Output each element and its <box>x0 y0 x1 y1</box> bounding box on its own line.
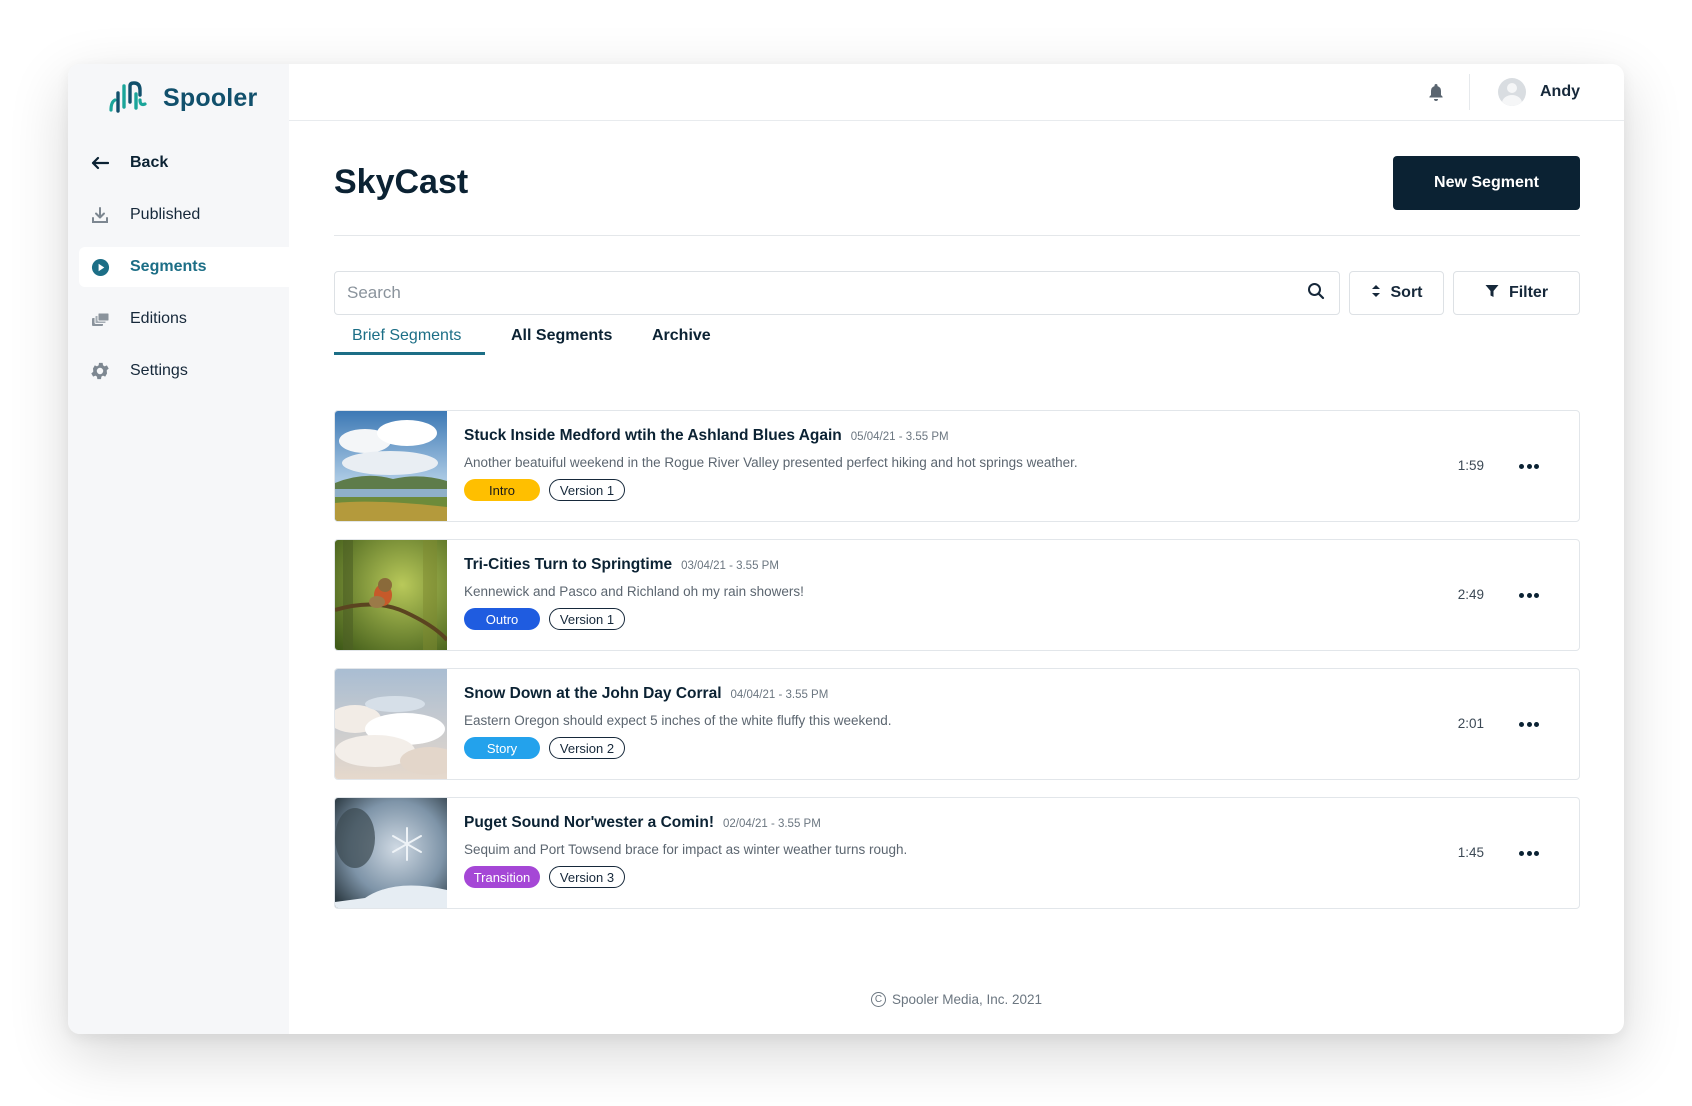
sidebar-item-published[interactable]: Published <box>79 195 289 235</box>
topbar-divider <box>1469 74 1470 110</box>
segment-body: Snow Down at the John Day Corral 04/04/2… <box>447 669 1579 779</box>
segment-duration: 2:49 <box>1457 587 1484 602</box>
type-badge: Outro <box>464 608 540 630</box>
page-header: SkyCast New Segment <box>334 155 1580 210</box>
play-circle-icon <box>89 256 111 278</box>
sort-button[interactable]: Sort <box>1349 271 1444 315</box>
segment-description: Eastern Oregon should expect 5 inches of… <box>464 713 892 728</box>
bell-icon[interactable] <box>1425 81 1447 103</box>
tab-bar: Brief Segments All Segments Archive <box>334 313 772 355</box>
version-badge: Version 1 <box>549 608 625 630</box>
footer: C Spooler Media, Inc. 2021 <box>289 992 1624 1007</box>
segment-title[interactable]: Stuck Inside Medford wtih the Ashland Bl… <box>464 427 842 445</box>
segment-title[interactable]: Puget Sound Nor'wester a Comin! <box>464 814 714 832</box>
segment-title[interactable]: Tri-Cities Turn to Springtime <box>464 556 672 574</box>
user-name[interactable]: Andy <box>1540 83 1580 101</box>
footer-text: Spooler Media, Inc. 2021 <box>891 992 1043 1007</box>
segment-tags: Transition Version 3 <box>464 866 1579 888</box>
search-row: Sort Filter <box>334 271 1580 315</box>
segment-thumbnail <box>335 669 447 779</box>
segment-duration: 1:59 <box>1457 458 1484 473</box>
topbar: Andy <box>289 64 1624 121</box>
segment-duration: 1:45 <box>1457 845 1484 860</box>
segment-card[interactable]: Tri-Cities Turn to Springtime 03/04/21 -… <box>334 539 1580 651</box>
segment-description: Another beatuiful weekend in the Rogue R… <box>464 455 1078 470</box>
segment-date: 05/04/21 - 3.55 PM <box>850 431 949 443</box>
sort-icon <box>1371 284 1381 303</box>
search-box[interactable] <box>334 271 1340 315</box>
segment-thumbnail <box>335 411 447 521</box>
download-icon <box>89 204 111 226</box>
search-input[interactable] <box>347 283 1307 303</box>
segment-date: 02/04/21 - 3.55 PM <box>722 818 821 830</box>
main-content: Andy SkyCast New Segment Sort <box>289 64 1624 1034</box>
sidebar-item-settings[interactable]: Settings <box>79 351 289 391</box>
page-title: SkyCast <box>334 163 469 201</box>
spooler-logo-icon <box>109 81 147 113</box>
sidebar: Spooler Back Published Segments Editions… <box>68 64 289 1034</box>
sidebar-item-back[interactable]: Back <box>79 143 289 183</box>
tab-all-segments[interactable]: All Segments <box>485 313 652 355</box>
segment-tags: Outro Version 1 <box>464 608 1579 630</box>
stack-icon <box>89 308 111 330</box>
new-segment-button[interactable]: New Segment <box>1393 155 1580 210</box>
gear-icon <box>89 360 111 382</box>
avatar[interactable] <box>1498 78 1526 106</box>
version-badge: Version 3 <box>549 866 625 888</box>
segment-description: Kennewick and Pasco and Richland oh my r… <box>464 584 804 599</box>
more-options-icon[interactable] <box>1515 453 1543 479</box>
segment-duration: 2:01 <box>1457 716 1484 731</box>
segment-title[interactable]: Snow Down at the John Day Corral <box>464 685 722 703</box>
search-icon[interactable] <box>1307 282 1325 305</box>
copyright-icon: C <box>870 992 886 1007</box>
segment-list: Stuck Inside Medford wtih the Ashland Bl… <box>334 410 1580 926</box>
version-badge: Version 2 <box>549 737 625 759</box>
arrow-left-icon <box>89 152 111 174</box>
segment-description: Sequim and Port Towsend brace for impact… <box>464 842 908 857</box>
version-badge: Version 1 <box>549 479 625 501</box>
sidebar-item-editions[interactable]: Editions <box>79 299 289 339</box>
segment-body: Tri-Cities Turn to Springtime 03/04/21 -… <box>447 540 1579 650</box>
segment-date: 04/04/21 - 3.55 PM <box>730 689 829 701</box>
sidebar-item-label: Published <box>130 206 201 223</box>
sidebar-item-label: Segments <box>130 258 207 275</box>
type-badge: Transition <box>464 866 540 888</box>
segment-body: Puget Sound Nor'wester a Comin! 02/04/21… <box>447 798 1579 908</box>
more-options-icon[interactable] <box>1515 711 1543 737</box>
type-badge: Intro <box>464 479 540 501</box>
sidebar-item-segments[interactable]: Segments <box>79 247 289 287</box>
segment-card[interactable]: Puget Sound Nor'wester a Comin! 02/04/21… <box>334 797 1580 909</box>
segment-card[interactable]: Stuck Inside Medford wtih the Ashland Bl… <box>334 410 1580 522</box>
sidebar-item-label: Settings <box>130 362 188 379</box>
sidebar-nav: Back Published Segments Editions Setting… <box>79 143 289 403</box>
tab-archive[interactable]: Archive <box>652 313 772 355</box>
sort-label: Sort <box>1390 284 1423 301</box>
type-badge: Story <box>464 737 540 759</box>
segment-card[interactable]: Snow Down at the John Day Corral 04/04/2… <box>334 668 1580 780</box>
header-divider <box>334 235 1580 236</box>
segment-body: Stuck Inside Medford wtih the Ashland Bl… <box>447 411 1579 521</box>
segment-thumbnail <box>335 540 447 650</box>
tab-brief-segments[interactable]: Brief Segments <box>334 313 485 355</box>
filter-button[interactable]: Filter <box>1453 271 1580 315</box>
sidebar-item-label: Back <box>130 154 169 171</box>
more-options-icon[interactable] <box>1515 840 1543 866</box>
app-name: Spooler <box>163 83 258 112</box>
filter-label: Filter <box>1508 284 1549 301</box>
sidebar-item-label: Editions <box>130 310 187 327</box>
segment-date: 03/04/21 - 3.55 PM <box>681 560 779 572</box>
app-window: Spooler Back Published Segments Editions… <box>68 64 1624 1034</box>
segment-tags: Story Version 2 <box>464 737 1579 759</box>
segment-tags: Intro Version 1 <box>464 479 1579 501</box>
logo[interactable]: Spooler <box>107 80 257 116</box>
filter-icon <box>1485 284 1499 303</box>
more-options-icon[interactable] <box>1515 582 1543 608</box>
segment-thumbnail <box>335 798 447 908</box>
